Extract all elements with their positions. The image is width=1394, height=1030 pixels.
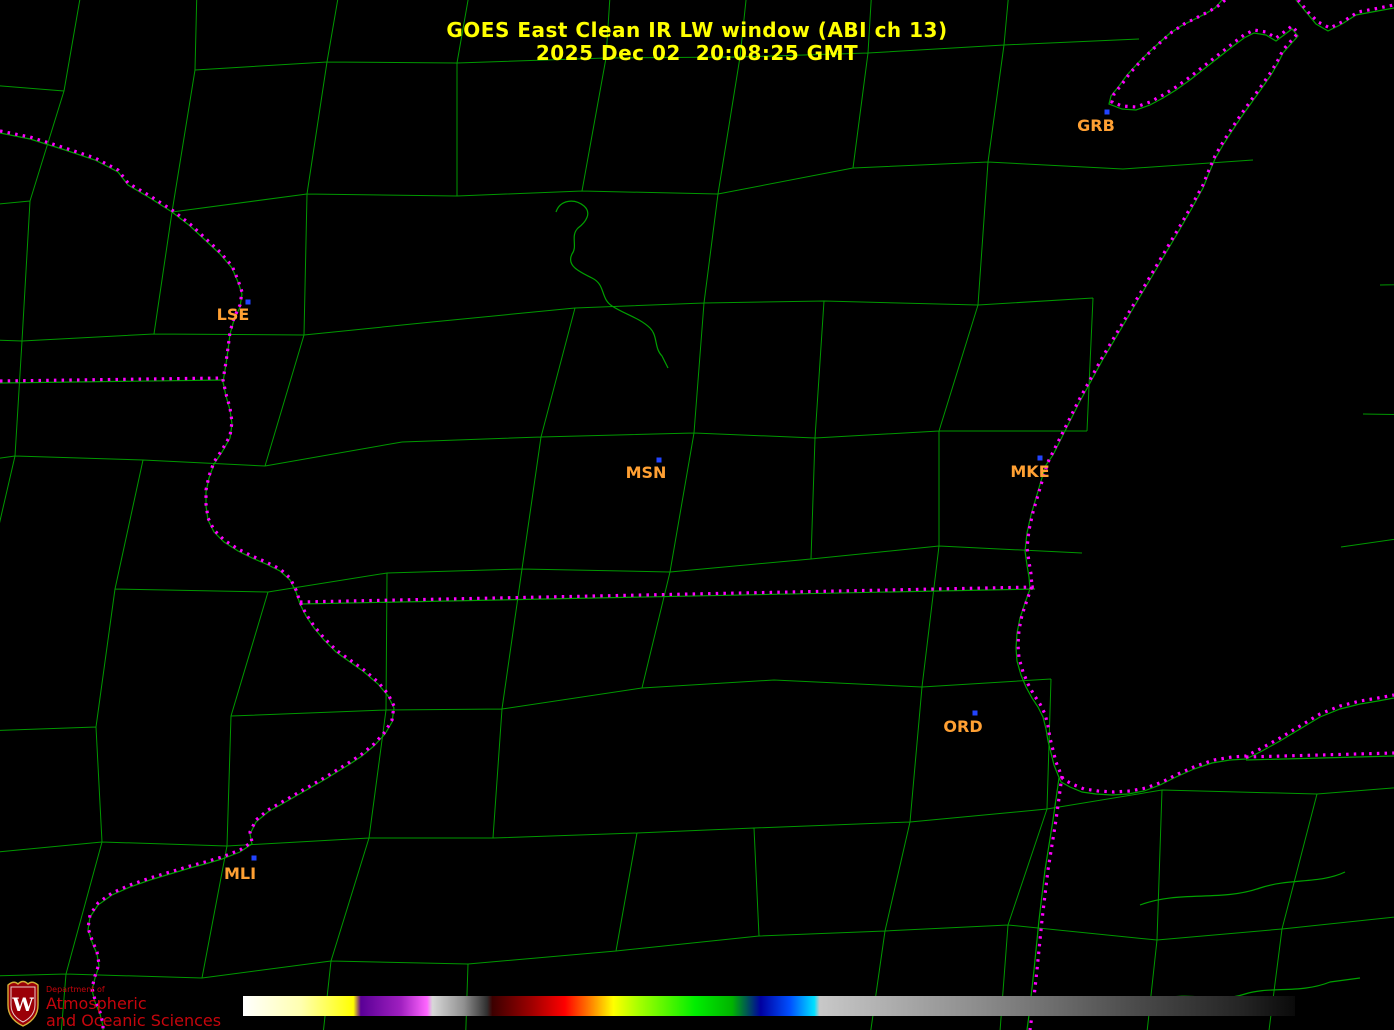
title-line-2: 2025 Dec 02 20:08:25 GMT: [535, 41, 859, 65]
lake-michigan-shoreline-green: [1015, 0, 1394, 796]
station-dot-mke[interactable]: [1037, 455, 1043, 461]
uw-crest-icon: W: [7, 980, 39, 1027]
state-line-green-ilin: [1026, 777, 1060, 1030]
state-line-green-in: [1245, 755, 1394, 761]
state-line-green-wiil: [299, 588, 1036, 605]
logo-line-1: Atmospheric: [46, 994, 147, 1013]
uw-aos-logo: W Department of Atmospheric and Oceanic …: [6, 978, 221, 1029]
page-title: GOES East Clean IR LW window (ABI ch 13)…: [0, 19, 1394, 65]
station-dot-ord[interactable]: [972, 710, 978, 716]
mississippi-river-border: [0, 129, 396, 1030]
station-label-ord: ORD: [943, 717, 982, 736]
logo-dept-label: Department of: [46, 985, 105, 994]
satellite-map-viewer: LSE GRB MSN MKE ORD MLI GOES East Clean IR LW…: [0, 0, 1394, 1030]
rock-river-green: [1139, 871, 1346, 906]
logo-text: Department of Atmospheric and Oceanic Sc…: [46, 978, 221, 1029]
station-label-mke: MKE: [1010, 462, 1049, 481]
ir-colorbar: [243, 996, 1295, 1016]
title-line-1: GOES East Clean IR LW window (ABI ch 13): [446, 18, 948, 42]
illinois-indiana-border: [1028, 775, 1064, 1030]
station-markers: LSE GRB MSN MKE ORD MLI: [217, 109, 1115, 883]
station-dot-lse[interactable]: [245, 299, 251, 305]
state-borders: [0, 0, 1394, 1030]
station-label-mli: MLI: [224, 864, 256, 883]
wisconsin-illinois-border: [299, 585, 1036, 604]
station-label-grb: GRB: [1077, 116, 1115, 135]
station-label-lse: LSE: [217, 305, 250, 324]
county-grid-lines: [0, 0, 1394, 1030]
station-label-msn: MSN: [626, 463, 667, 482]
green-coast-and-rivers: [0, 0, 1394, 1030]
station-dot-msn[interactable]: [656, 457, 662, 463]
lake-michigan-shoreline: [1016, 0, 1394, 794]
logo-line-2: and Oceanic Sciences: [46, 1011, 222, 1030]
crest-letter: W: [11, 994, 34, 1016]
wisconsin-river-green: [555, 200, 669, 369]
map-canvas[interactable]: LSE GRB MSN MKE ORD MLI: [0, 0, 1394, 1030]
state-line-green-mnia: [0, 379, 224, 384]
county-boundaries: [0, 0, 1394, 1030]
station-dot-mli[interactable]: [251, 855, 257, 861]
station-dot-grb[interactable]: [1104, 109, 1110, 115]
